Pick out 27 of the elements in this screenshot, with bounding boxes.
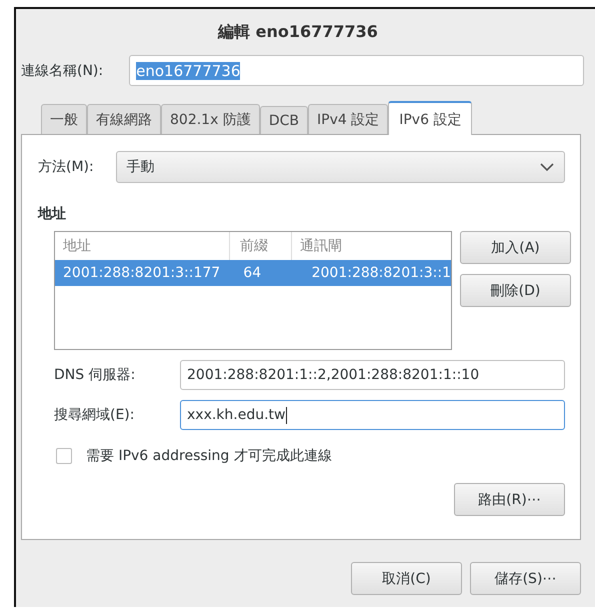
field-label: 連線名稱(N): — [21, 62, 104, 80]
tab[interactable]: DCB — [260, 106, 308, 134]
field-label: 方法(M): — [38, 158, 94, 176]
cancel-button[interactable]: 取消(C) — [351, 562, 462, 595]
section-heading: 地址 — [38, 205, 67, 223]
delete-button[interactable]: 刪除(D) — [460, 274, 571, 307]
chevron-down-icon — [540, 162, 554, 172]
table-cell-text: 64 — [242, 265, 262, 281]
window-title: 編輯 eno16777736 — [216, 21, 379, 43]
routes-button[interactable]: 路由(R)⋯ — [454, 483, 565, 516]
tab[interactable]: 一般 — [41, 104, 87, 134]
checkbox-label: 需要 IPv6 addressing 才可完成此連線 — [86, 447, 332, 465]
checkbox[interactable] — [56, 448, 72, 464]
table-cell-text: 2001:288:8201:3::177 — [62, 265, 222, 281]
table-cell-text: 2001:288:8201:3::1 — [310, 265, 451, 281]
search-domains-field[interactable]: xxx.kh.edu.tw — [180, 400, 565, 430]
save-button[interactable]: 儲存(S)⋯ — [470, 562, 581, 595]
tab[interactable]: IPv4 設定 — [308, 104, 388, 134]
field-label: 搜尋網域(E): — [54, 406, 136, 424]
add-button[interactable]: 加入(A) — [460, 231, 571, 264]
tab[interactable]: 有線網路 — [87, 104, 161, 134]
method-dropdown[interactable]: 手動 — [116, 151, 565, 183]
tab[interactable]: IPv6 設定 — [388, 101, 472, 135]
field-label: DNS 伺服器: — [54, 366, 136, 384]
column-header[interactable]: 通訊閘 — [292, 232, 451, 260]
tab[interactable]: 802.1x 防護 — [161, 104, 260, 134]
dns-servers-field[interactable]: 2001:288:8201:1::2,2001:288:8201:1::10 — [180, 360, 565, 390]
